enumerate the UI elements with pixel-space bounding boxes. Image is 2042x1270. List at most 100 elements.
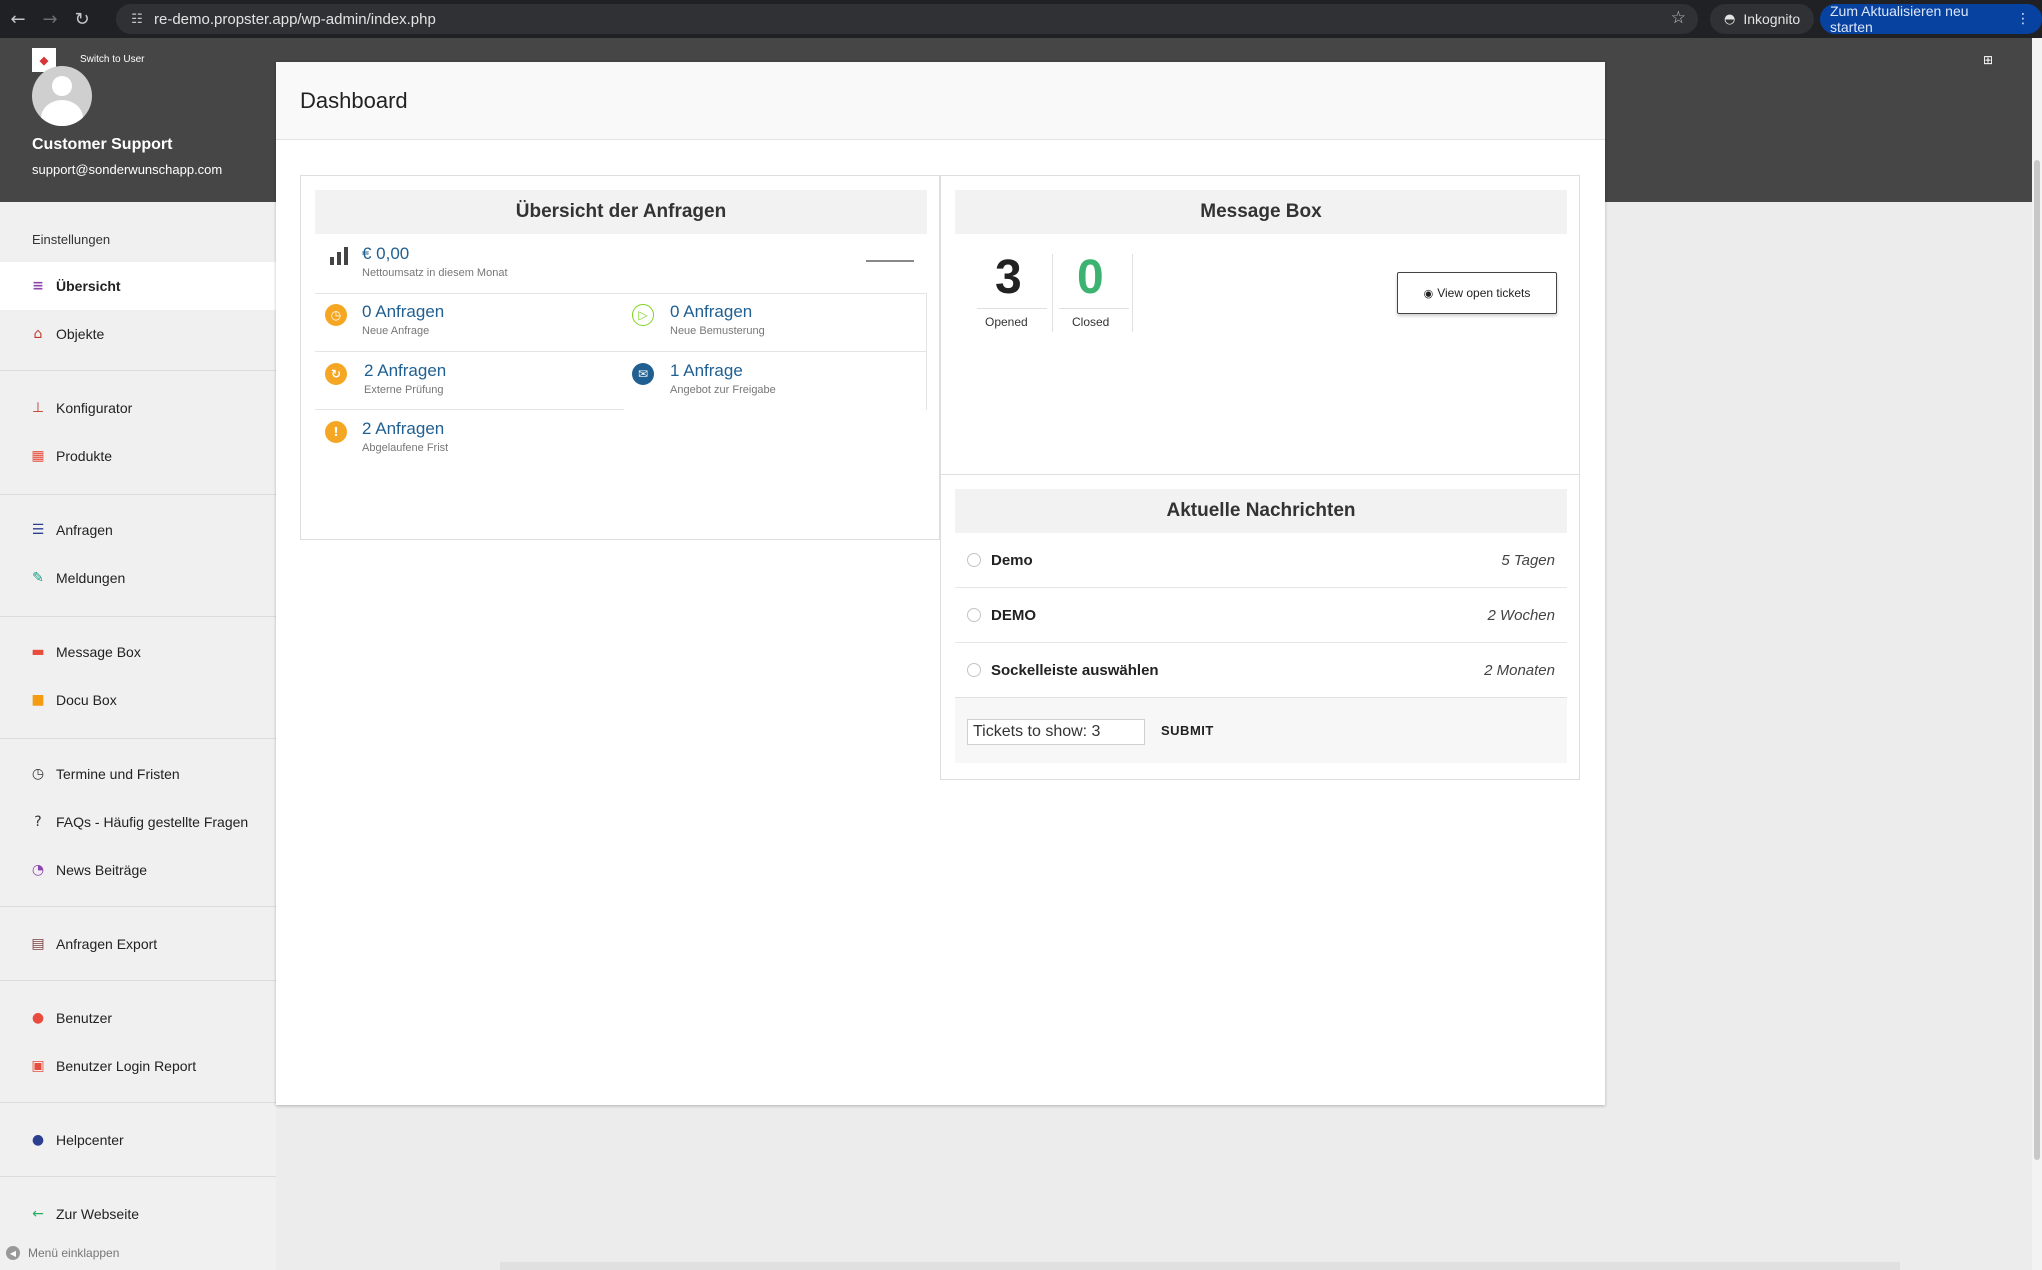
sidebar-divider bbox=[0, 738, 276, 739]
rss-icon: ◔ bbox=[31, 862, 45, 878]
sidebar-item-label: Produkte bbox=[56, 448, 113, 464]
warning-icon: ! bbox=[325, 421, 347, 443]
stat-external-review-value[interactable]: 2 Anfragen bbox=[364, 361, 446, 381]
avatar-body bbox=[41, 100, 83, 126]
collapse-menu-button[interactable]: ◀ Menü einklappen bbox=[6, 1246, 119, 1260]
news-item-title[interactable]: DEMO bbox=[991, 607, 1487, 624]
sidebar-item-helpcenter[interactable]: ● Helpcenter bbox=[0, 1116, 276, 1164]
incognito-icon: ◓ bbox=[1724, 11, 1736, 27]
news-footer: SUBMIT bbox=[955, 697, 1567, 763]
folder-icon: ■ bbox=[31, 692, 45, 708]
sidebar-item-label: FAQs - Häufig gestellte Fragen bbox=[56, 814, 249, 830]
sidebar-item-benutzer[interactable]: ● Benutzer bbox=[0, 994, 276, 1042]
main-content: Dashboard Übersicht der Anfragen € 0,00 … bbox=[276, 62, 1605, 1105]
browser-toolbar: ← → ↻ ☷ re-demo.propster.app/wp-admin/in… bbox=[0, 0, 2042, 38]
opened-label: Opened bbox=[985, 315, 1028, 329]
back-icon[interactable]: ← bbox=[4, 5, 32, 33]
sidebar-item-news[interactable]: ◔ News Beiträge bbox=[0, 846, 276, 894]
stat-sampling-label: Neue Bemusterung bbox=[670, 325, 765, 337]
sidebar bbox=[0, 202, 276, 1270]
stat-expired-deadline-label: Abgelaufene Frist bbox=[362, 442, 449, 454]
mail-icon: ✉ bbox=[632, 363, 654, 385]
bookmark-star-icon[interactable]: ☆ bbox=[1671, 8, 1686, 28]
url-text[interactable]: re-demo.propster.app/wp-admin/index.php bbox=[154, 11, 436, 28]
sidebar-item-label: Termine und Fristen bbox=[56, 766, 180, 782]
sidebar-item-faqs[interactable]: ? FAQs - Häufig gestellte Fragen bbox=[0, 798, 276, 846]
sidebar-divider bbox=[0, 494, 276, 495]
address-bar[interactable]: ☷ re-demo.propster.app/wp-admin/index.ph… bbox=[116, 4, 1698, 34]
sidebar-item-label: Objekte bbox=[56, 326, 105, 342]
stat-offer-approval-value[interactable]: 1 Anfrage bbox=[670, 361, 743, 381]
stat-expired-deadline-value[interactable]: 2 Anfragen bbox=[362, 419, 444, 439]
news-radio[interactable] bbox=[967, 608, 981, 622]
bar-chart-icon bbox=[330, 247, 348, 265]
news-item-time: 5 Tagen bbox=[1501, 551, 1555, 569]
incognito-indicator[interactable]: ◓ Inkognito bbox=[1710, 4, 1815, 34]
user-icon: ● bbox=[31, 1010, 45, 1026]
revenue-label: Nettoumsatz in diesem Monat bbox=[362, 267, 508, 279]
submit-button[interactable]: SUBMIT bbox=[1161, 723, 1214, 738]
report-icon: ▣ bbox=[31, 1058, 45, 1074]
sidebar-item-login-report[interactable]: ▣ Benutzer Login Report bbox=[0, 1042, 276, 1090]
overview-divider bbox=[315, 351, 927, 352]
sidebar-item-zur-webseite[interactable]: ← Zur Webseite bbox=[0, 1190, 276, 1238]
eye-icon: ◉ bbox=[1423, 286, 1434, 300]
stat-sampling-value[interactable]: 0 Anfragen bbox=[670, 302, 752, 322]
grid-icon: ▦ bbox=[31, 448, 45, 464]
user-name: Customer Support bbox=[32, 136, 173, 153]
view-open-tickets-label: View open tickets bbox=[1437, 286, 1531, 300]
document-icon: ▤ bbox=[31, 936, 45, 952]
revenue-trend-line bbox=[866, 260, 914, 262]
sidebar-item-termine[interactable]: ◷ Termine und Fristen bbox=[0, 750, 276, 798]
stat-new-requests-value[interactable]: 0 Anfragen bbox=[362, 302, 444, 322]
view-open-tickets-button[interactable]: ◉ View open tickets bbox=[1397, 272, 1557, 314]
switch-user-link[interactable]: Switch to User bbox=[80, 54, 144, 65]
relaunch-button[interactable]: Zum Aktualisieren neu starten ⋮ bbox=[1820, 3, 2042, 35]
sidebar-item-meldungen[interactable]: ✎ Meldungen bbox=[0, 554, 276, 602]
closed-underline bbox=[1059, 308, 1129, 309]
sidebar-item-label: News Beiträge bbox=[56, 862, 148, 878]
sidebar-item-konfigurator[interactable]: ⊥ Konfigurator bbox=[0, 384, 276, 432]
message-box-panel: Message Box 3 Opened 0 Closed ◉ View ope… bbox=[940, 175, 1580, 475]
sidebar-item-label: Konfigurator bbox=[56, 400, 133, 416]
news-radio[interactable] bbox=[967, 553, 981, 567]
fullscreen-icon[interactable]: ⊞ bbox=[1983, 53, 1993, 67]
list-icon: ≡ bbox=[32, 278, 44, 294]
news-radio[interactable] bbox=[967, 663, 981, 677]
sidebar-divider bbox=[0, 1176, 276, 1177]
news-item-title[interactable]: Sockelleiste auswählen bbox=[991, 662, 1484, 679]
kebab-menu-icon[interactable]: ⋮ bbox=[2016, 11, 2030, 27]
stat-new-requests-label: Neue Anfrage bbox=[362, 325, 430, 337]
sidebar-item-docu-box[interactable]: ■ Docu Box bbox=[0, 676, 276, 724]
stat-external-review-label: Externe Prüfung bbox=[364, 384, 444, 396]
list-item[interactable]: Demo 5 Tagen bbox=[955, 533, 1567, 588]
news-item-title[interactable]: Demo bbox=[991, 552, 1501, 569]
list-item[interactable]: DEMO 2 Wochen bbox=[955, 588, 1567, 643]
news-item-time: 2 Wochen bbox=[1487, 606, 1555, 624]
sidebar-item-anfragen-export[interactable]: ▤ Anfragen Export bbox=[0, 920, 276, 968]
sidebar-item-message-box[interactable]: ▬ Message Box bbox=[0, 628, 276, 676]
edit-icon: ✎ bbox=[32, 570, 44, 586]
sidebar-item-uebersicht[interactable]: ≡ Übersicht bbox=[0, 262, 276, 310]
tickets-to-show-input[interactable] bbox=[967, 719, 1145, 745]
sidebar-item-objekte[interactable]: ⌂ Objekte bbox=[0, 310, 276, 358]
home-icon: ⌂ bbox=[33, 326, 43, 342]
list-item[interactable]: Sockelleiste auswählen 2 Monaten bbox=[955, 643, 1567, 698]
forward-icon[interactable]: → bbox=[36, 5, 64, 33]
overview-divider bbox=[315, 293, 927, 294]
sidebar-item-anfragen[interactable]: ☰ Anfragen bbox=[0, 506, 276, 554]
sidebar-divider bbox=[0, 370, 276, 371]
sidebar-item-label: Benutzer Login Report bbox=[56, 1058, 197, 1074]
closed-count: 0 bbox=[1077, 251, 1104, 304]
stat-divider bbox=[1052, 254, 1053, 332]
revenue-value[interactable]: € 0,00 bbox=[362, 244, 409, 264]
sidebar-item-produkte[interactable]: ▦ Produkte bbox=[0, 432, 276, 480]
table-icon: ☰ bbox=[31, 522, 45, 538]
avatar[interactable] bbox=[32, 66, 92, 126]
overview-panel: Übersicht der Anfragen € 0,00 Nettoumsat… bbox=[300, 175, 940, 540]
reload-icon[interactable]: ↻ bbox=[68, 5, 96, 33]
site-settings-icon[interactable]: ☷ bbox=[122, 4, 152, 34]
sidebar-item-label: Anfragen Export bbox=[56, 936, 158, 952]
message-box-title: Message Box bbox=[955, 190, 1567, 234]
scrollbar-thumb[interactable] bbox=[2034, 160, 2040, 1160]
